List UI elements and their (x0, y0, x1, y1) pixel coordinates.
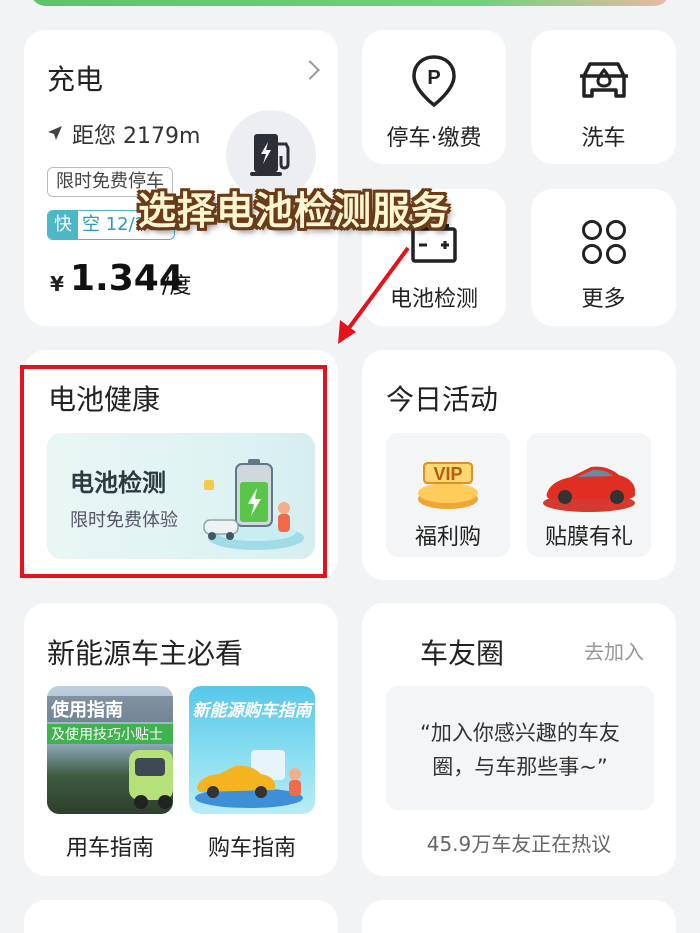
location-arrow-icon (46, 124, 64, 146)
join-link[interactable]: 去加入 (584, 636, 644, 665)
distance-text: 距您 2179m (72, 124, 201, 149)
activity-item-label: 贴膜有礼 (544, 525, 633, 550)
green-car-image (125, 746, 173, 814)
usage-guide-label: 用车指南 (65, 836, 154, 861)
activity-item-welfare[interactable]: VIP 福利购 (386, 433, 510, 557)
discussing-count: 45.9万车友正在热议 (426, 832, 612, 856)
vip-badge-icon: VIP (414, 453, 482, 515)
today-activity-title: 今日活动 (386, 383, 499, 416)
car-wash-card[interactable]: 洗车 (531, 30, 676, 164)
purchase-guide-thumb-title: 新能源购车指南 (192, 701, 312, 721)
grid-more-icon (581, 219, 627, 269)
more-services-card[interactable]: 更多 (531, 189, 676, 326)
charge-title: 充电 (47, 63, 104, 96)
svg-text:P: P (427, 67, 440, 89)
usage-guide-thumbnail[interactable]: 使用指南 及使用技巧小贴士 (47, 686, 173, 814)
currency-symbol: ¥ (50, 272, 64, 296)
usage-guide-thumb-sub: 及使用技巧小贴士 (47, 724, 173, 744)
annotation-arrow (330, 240, 420, 354)
charger-icon (250, 130, 296, 182)
vip-badge-text: VIP (433, 464, 462, 484)
parking-pin-icon: P (410, 54, 458, 112)
overlay-caption: 选择电池检测服务 (138, 189, 451, 233)
yellow-car-image (191, 748, 311, 814)
red-car-image (537, 455, 641, 519)
highlight-box (20, 365, 327, 578)
purchase-guide-label: 购车指南 (207, 836, 296, 861)
car-friends-title: 车友圈 (420, 637, 505, 670)
parking-label: 停车·缴费 (386, 126, 482, 151)
more-label: 更多 (581, 287, 626, 312)
bottom-card-left[interactable] (24, 900, 338, 933)
purchase-guide-thumbnail[interactable]: 新能源购车指南 (189, 686, 315, 814)
price-unit: /度 (162, 274, 192, 299)
car-wash-icon (578, 56, 630, 110)
new-energy-guides-title: 新能源车主必看 (47, 637, 244, 670)
car-friends-quote: “加入你感兴趣的车友圈，与车那些事~” (420, 721, 620, 779)
top-banner[interactable] (30, 0, 670, 6)
activity-item-label: 福利购 (414, 525, 481, 550)
fast-key: 快 (48, 211, 78, 239)
activity-item-film-gift[interactable]: 贴膜有礼 (527, 433, 651, 557)
car-wash-label: 洗车 (581, 126, 626, 151)
parking-service-card[interactable]: P 停车·缴费 (362, 30, 506, 164)
usage-guide-thumb-title: 使用指南 (47, 696, 173, 722)
bottom-card-right[interactable] (362, 900, 676, 933)
